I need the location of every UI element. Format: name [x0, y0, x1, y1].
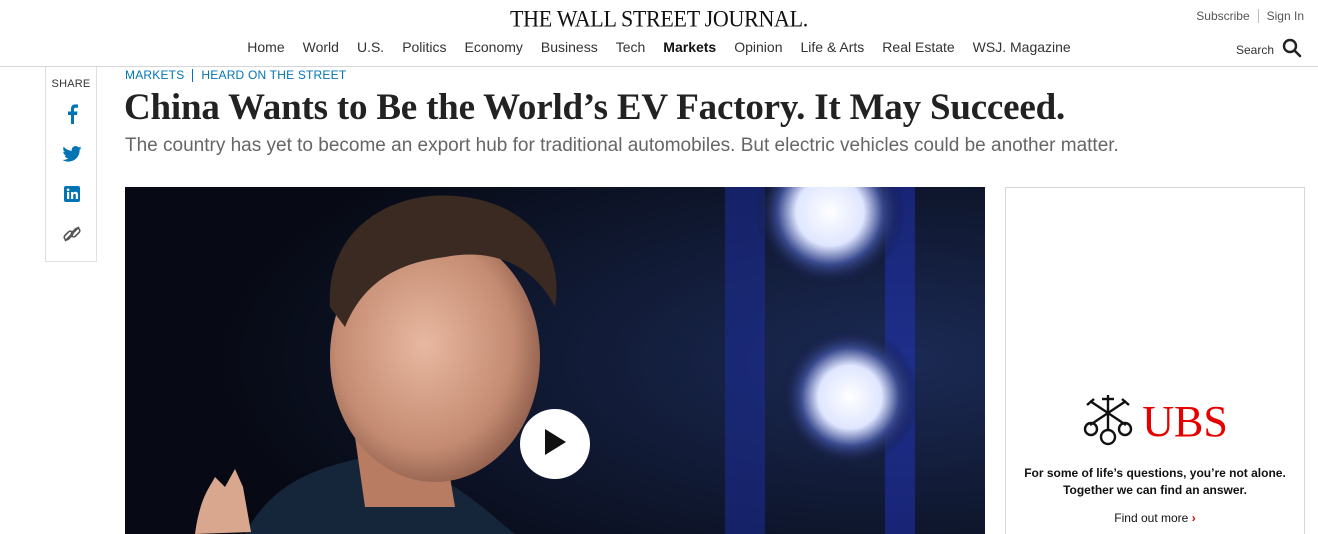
article-headline: China Wants to Be the World’s EV Factory…: [124, 87, 1066, 128]
nav-item-wsj-magazine[interactable]: WSJ. Magazine: [964, 39, 1080, 55]
nav-item-world[interactable]: World: [294, 39, 348, 55]
masthead: THE WALL STREET JOURNAL. Subscribe Sign …: [0, 0, 1318, 67]
facebook-icon: [66, 104, 78, 124]
chevron-right-icon: ›: [1191, 511, 1196, 525]
play-icon: [542, 427, 568, 462]
nav-item-politics[interactable]: Politics: [393, 39, 455, 55]
linkedin-share-button[interactable]: [46, 174, 98, 214]
ad-copy: For some of life’s questions, you’re not…: [1006, 465, 1304, 499]
facebook-share-button[interactable]: [46, 94, 98, 134]
video-player[interactable]: [125, 187, 985, 534]
video-thumbnail: [125, 187, 985, 534]
nav-item-economy[interactable]: Economy: [456, 39, 532, 55]
kicker-divider: [192, 68, 194, 82]
sign-in-link[interactable]: Sign In: [1267, 9, 1304, 23]
play-button[interactable]: [520, 409, 590, 479]
search-label: Search: [1235, 42, 1274, 57]
subscribe-link[interactable]: Subscribe: [1196, 9, 1249, 23]
share-bar: SHARE: [45, 67, 97, 262]
nav-item-tech[interactable]: Tech: [607, 39, 655, 55]
ad-cta-label: Find out more: [1114, 511, 1189, 525]
search-button[interactable]: Search: [1236, 38, 1302, 61]
nav-item-us[interactable]: U.S.: [348, 39, 393, 55]
ubs-keys-logo-icon: [1082, 391, 1134, 452]
nav-item-markets[interactable]: Markets: [654, 39, 725, 55]
ubs-logo: UBS: [1006, 391, 1304, 452]
nav-item-real-estate[interactable]: Real Estate: [873, 39, 963, 55]
divider: [1257, 9, 1259, 23]
ubs-wordmark: UBS: [1142, 396, 1228, 446]
share-label: SHARE: [51, 78, 91, 90]
account-links: Subscribe Sign In: [1196, 9, 1304, 23]
ad-find-out-more-link[interactable]: Find out more ›: [1006, 511, 1304, 525]
twitter-icon: [62, 146, 82, 162]
ad-line-2: Together we can find an answer.: [1063, 483, 1247, 497]
copy-link-icon: [62, 224, 82, 244]
ad-line-1: For some of life’s questions, you’re not…: [1024, 466, 1286, 480]
article-kicker: MARKETS HEARD ON THE STREET: [125, 68, 346, 82]
copy-link-button[interactable]: [46, 214, 98, 254]
twitter-share-button[interactable]: [46, 134, 98, 174]
wsj-logo[interactable]: THE WALL STREET JOURNAL.: [0, 5, 1318, 32]
section-nav: Home World U.S. Politics Economy Busines…: [0, 39, 1318, 55]
article-dek: The country has yet to become an export …: [125, 135, 1119, 156]
kicker-section-link[interactable]: MARKETS: [125, 68, 184, 82]
nav-item-opinion[interactable]: Opinion: [725, 39, 791, 55]
advertisement[interactable]: UBS For some of life’s questions, you’re…: [1005, 187, 1305, 534]
nav-item-home[interactable]: Home: [238, 39, 293, 55]
kicker-column-link[interactable]: HEARD ON THE STREET: [201, 68, 346, 82]
linkedin-icon: [64, 186, 80, 202]
nav-item-life-arts[interactable]: Life & Arts: [791, 39, 873, 55]
search-icon: [1274, 38, 1302, 61]
nav-item-business[interactable]: Business: [532, 39, 607, 55]
